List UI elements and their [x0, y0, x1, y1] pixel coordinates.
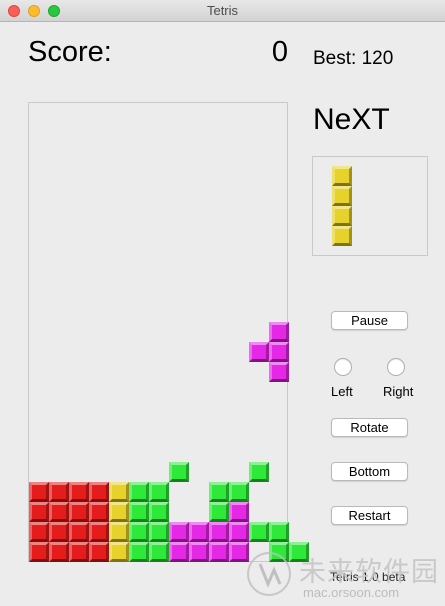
- board-block: [89, 542, 109, 562]
- board-block: [169, 522, 189, 542]
- board-block: [229, 482, 249, 502]
- next-piece-preview: [312, 156, 428, 256]
- watermark-mark-icon: [258, 563, 282, 588]
- board-block: [129, 482, 149, 502]
- next-piece-block: [332, 166, 352, 186]
- board-block: [229, 522, 249, 542]
- right-radio-button[interactable]: [387, 358, 405, 376]
- board-block: [249, 522, 269, 542]
- board-block: [129, 502, 149, 522]
- board-block: [229, 542, 249, 562]
- board-block: [169, 542, 189, 562]
- site-watermark: 未来软件园 mac.orsoon.com: [247, 550, 445, 606]
- watermark-logo-icon: [247, 552, 291, 596]
- board-block: [29, 482, 49, 502]
- next-piece-block: [332, 186, 352, 206]
- board-block: [89, 482, 109, 502]
- board-block: [89, 522, 109, 542]
- board-block: [149, 482, 169, 502]
- board-block: [189, 522, 209, 542]
- board-block: [269, 322, 289, 342]
- board-block: [69, 542, 89, 562]
- board-block: [249, 342, 269, 362]
- board-block: [209, 482, 229, 502]
- board-block: [189, 542, 209, 562]
- next-piece-block: [332, 206, 352, 226]
- board-block: [129, 542, 149, 562]
- board-block: [209, 522, 229, 542]
- board-block: [49, 522, 69, 542]
- game-board[interactable]: [28, 102, 309, 562]
- board-block: [229, 502, 249, 522]
- title-bar[interactable]: Tetris: [0, 0, 445, 22]
- board-block: [69, 502, 89, 522]
- app-window: Tetris Score: 0 Best: 120 NeXT Pause Lef…: [0, 0, 445, 606]
- board-block: [29, 522, 49, 542]
- board-block: [69, 522, 89, 542]
- right-label: Right: [383, 384, 414, 399]
- board-block: [149, 542, 169, 562]
- left-label: Left: [331, 384, 353, 399]
- board-block: [69, 482, 89, 502]
- pause-button[interactable]: Pause: [331, 311, 408, 330]
- left-radio-button[interactable]: [334, 358, 352, 376]
- board-block: [269, 342, 289, 362]
- board-block: [169, 462, 189, 482]
- bottom-button[interactable]: Bottom: [331, 462, 408, 481]
- board-block: [109, 542, 129, 562]
- score-label: Score:: [28, 36, 112, 68]
- window-title: Tetris: [206, 3, 239, 18]
- watermark-site-name: 未来软件园: [299, 557, 439, 587]
- board-block: [129, 522, 149, 542]
- board-block: [29, 502, 49, 522]
- board-block: [269, 522, 289, 542]
- board-block: [269, 362, 289, 382]
- next-piece-block: [332, 226, 352, 246]
- board-block: [149, 502, 169, 522]
- board-block: [109, 482, 129, 502]
- board-block: [209, 502, 229, 522]
- next-piece-title: NeXT: [313, 103, 390, 136]
- board-block: [109, 502, 129, 522]
- board-block: [249, 462, 269, 482]
- best-score: Best: 120: [313, 48, 394, 69]
- watermark-url: mac.orsoon.com: [303, 585, 400, 600]
- board-block: [209, 542, 229, 562]
- board-block: [29, 542, 49, 562]
- board-block: [149, 522, 169, 542]
- rotate-button[interactable]: Rotate: [331, 418, 408, 437]
- board-block: [49, 482, 69, 502]
- restart-button[interactable]: Restart: [331, 506, 408, 525]
- board-block: [89, 502, 109, 522]
- score-value: 0: [271, 36, 288, 68]
- board-block: [109, 522, 129, 542]
- board-block: [49, 542, 69, 562]
- board-block: [49, 502, 69, 522]
